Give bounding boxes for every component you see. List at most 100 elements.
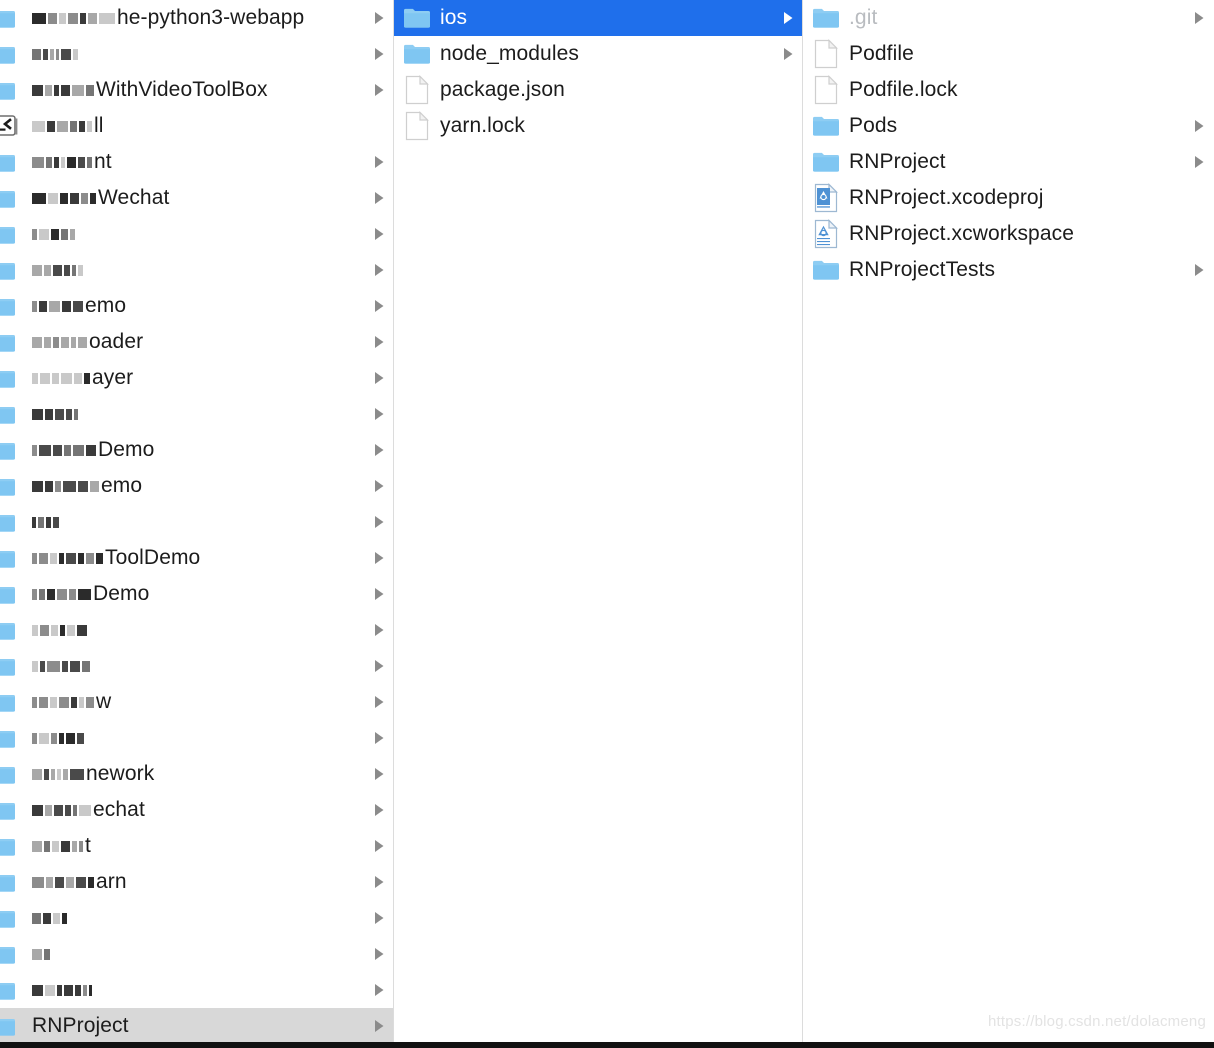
file-row[interactable]: RNProject [803,144,1213,180]
disclosure-triangle[interactable] [371,756,387,792]
disclosure-triangle[interactable] [371,972,387,1008]
disclosure-triangle-icon[interactable] [374,767,385,781]
disclosure-triangle-icon[interactable] [374,983,385,997]
file-row[interactable]: Demo [0,576,393,612]
disclosure-triangle[interactable] [371,720,387,756]
file-row[interactable]: node_modules [394,36,802,72]
disclosure-triangle[interactable] [371,504,387,540]
disclosure-triangle[interactable] [371,864,387,900]
disclosure-triangle[interactable] [1191,252,1207,288]
file-row[interactable]: Pods [803,108,1213,144]
file-row[interactable]: oader [0,324,393,360]
file-row[interactable]: ayer [0,360,393,396]
disclosure-triangle-icon[interactable] [374,587,385,601]
disclosure-triangle-icon[interactable] [1194,11,1205,25]
file-row[interactable] [0,252,393,288]
disclosure-triangle-icon[interactable] [374,1019,385,1033]
file-row[interactable]: nework [0,756,393,792]
disclosure-triangle[interactable] [371,612,387,648]
disclosure-triangle[interactable] [780,36,796,72]
disclosure-triangle-icon[interactable] [374,623,385,637]
disclosure-triangle-icon[interactable] [374,839,385,853]
disclosure-triangle[interactable] [371,900,387,936]
disclosure-triangle[interactable] [371,648,387,684]
file-row[interactable]: yarn.lock [394,108,802,144]
file-row[interactable]: Wechat [0,180,393,216]
disclosure-triangle-icon[interactable] [374,947,385,961]
disclosure-triangle[interactable] [371,180,387,216]
file-row[interactable] [0,648,393,684]
disclosure-triangle[interactable] [371,252,387,288]
disclosure-triangle-icon[interactable] [1194,155,1205,169]
disclosure-triangle-icon[interactable] [374,443,385,457]
file-row[interactable] [0,216,393,252]
file-row[interactable]: package.json [394,72,802,108]
disclosure-triangle[interactable] [371,576,387,612]
disclosure-triangle[interactable] [1191,144,1207,180]
disclosure-triangle-icon[interactable] [374,227,385,241]
file-row[interactable]: ToolDemo [0,540,393,576]
disclosure-triangle-icon[interactable] [783,47,794,61]
file-row[interactable]: .git [803,0,1213,36]
disclosure-triangle[interactable] [371,684,387,720]
file-row[interactable]: he-python3-webapp [0,0,393,36]
file-row[interactable]: WithVideoToolBox [0,72,393,108]
disclosure-triangle[interactable] [371,540,387,576]
disclosure-triangle[interactable] [371,36,387,72]
file-row[interactable] [0,720,393,756]
disclosure-triangle-icon[interactable] [374,407,385,421]
disclosure-triangle-icon[interactable] [783,11,794,25]
disclosure-triangle-icon[interactable] [374,731,385,745]
disclosure-triangle-icon[interactable] [1194,119,1205,133]
rnproject-column[interactable]: ios node_modules package.json yarn.lock [394,0,803,1042]
disclosure-triangle[interactable] [371,288,387,324]
disclosure-triangle-icon[interactable] [374,371,385,385]
disclosure-triangle[interactable] [371,468,387,504]
disclosure-triangle-icon[interactable] [374,155,385,169]
file-row[interactable]: nt [0,144,393,180]
disclosure-triangle-icon[interactable] [374,11,385,25]
disclosure-triangle-icon[interactable] [1194,263,1205,277]
disclosure-triangle-icon[interactable] [374,803,385,817]
disclosure-triangle[interactable] [371,396,387,432]
disclosure-triangle-icon[interactable] [374,695,385,709]
disclosure-triangle-icon[interactable] [374,263,385,277]
disclosure-triangle[interactable] [371,936,387,972]
file-row[interactable] [0,936,393,972]
disclosure-triangle-icon[interactable] [374,479,385,493]
file-row[interactable] [0,900,393,936]
file-row[interactable]: ll [0,108,393,144]
file-row[interactable] [0,504,393,540]
file-row[interactable] [0,612,393,648]
file-row[interactable]: echat [0,792,393,828]
disclosure-triangle[interactable] [371,0,387,36]
disclosure-triangle-icon[interactable] [374,875,385,889]
disclosure-triangle-icon[interactable] [374,515,385,529]
file-row[interactable]: RNProject.xcworkspace [803,216,1213,252]
disclosure-triangle-icon[interactable] [374,551,385,565]
disclosure-triangle[interactable] [371,360,387,396]
disclosure-triangle-icon[interactable] [374,83,385,97]
disclosure-triangle-icon[interactable] [374,659,385,673]
ios-column[interactable]: .git Podfile Podfile.lock Pods RNProject RNPr… [803,0,1213,1042]
disclosure-triangle[interactable] [1191,108,1207,144]
disclosure-triangle[interactable] [371,144,387,180]
file-row[interactable]: RNProject.xcodeproj [803,180,1213,216]
file-row[interactable] [0,396,393,432]
disclosure-triangle[interactable] [780,0,796,36]
disclosure-triangle[interactable] [371,72,387,108]
file-row[interactable]: RNProjectTests [803,252,1213,288]
disclosure-triangle[interactable] [371,324,387,360]
file-row[interactable]: Podfile [803,36,1213,72]
disclosure-triangle[interactable] [371,828,387,864]
disclosure-triangle[interactable] [371,216,387,252]
file-row[interactable]: Podfile.lock [803,72,1213,108]
projects-column[interactable]: he-python3-webapp WithVideoToolBox ll nt Wec… [0,0,394,1042]
file-row[interactable]: t [0,828,393,864]
file-row[interactable] [0,972,393,1008]
disclosure-triangle[interactable] [1191,0,1207,36]
file-row[interactable]: emo [0,468,393,504]
file-row[interactable]: emo [0,288,393,324]
file-row[interactable]: arn [0,864,393,900]
disclosure-triangle-icon[interactable] [374,911,385,925]
